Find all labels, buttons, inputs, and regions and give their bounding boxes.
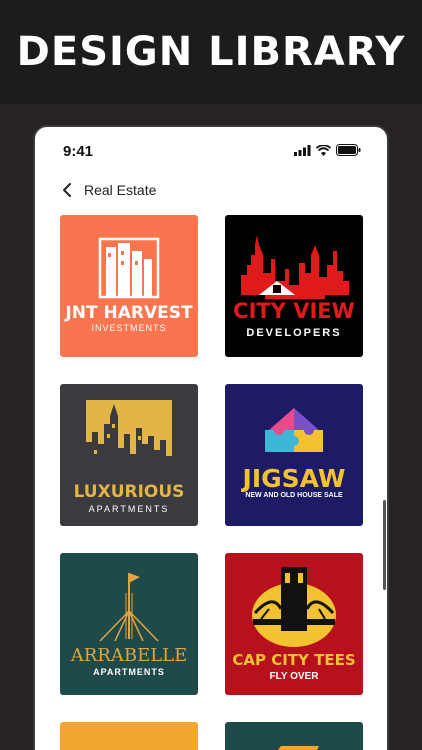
status-icons: [294, 144, 361, 156]
wifi-icon: [316, 144, 331, 156]
signal-icon: [294, 144, 311, 156]
card-subtitle: APARTMENTS: [88, 504, 170, 514]
card-name: CAP CITY TEES: [232, 651, 356, 669]
design-card-cap-city-tees[interactable]: CAP CITY TEES FLY OVER: [225, 553, 363, 695]
jnt-building-logo-icon: [98, 237, 160, 299]
design-card-jnt-harvest[interactable]: JNT HARVEST INVESTMENTS: [60, 215, 198, 357]
card-name: LUXURIOUS: [73, 482, 185, 502]
status-bar: 9:41: [35, 127, 387, 175]
design-card-luxurious[interactable]: LUXURIOUS APARTMENTS: [60, 384, 198, 526]
nav-bar: Real Estate: [35, 177, 387, 203]
card-subtitle: DEVELOPERS: [246, 327, 342, 339]
nav-title: Real Estate: [84, 182, 157, 198]
back-chevron-icon[interactable]: [59, 181, 77, 199]
card-subtitle: FLY OVER: [269, 671, 319, 682]
partial-logo-icon: [278, 746, 319, 750]
status-time: 9:41: [63, 143, 94, 160]
promo-title: DESIGN LIBRARY: [16, 29, 406, 75]
battery-icon: [336, 144, 361, 156]
design-card-partial-left[interactable]: [60, 722, 198, 750]
design-card-jigsaw[interactable]: JIGSAW NEW AND OLD HOUSE SALE: [225, 384, 363, 526]
design-card-arrabelle[interactable]: ARRABELLE APARTMENTS: [60, 553, 198, 695]
design-card-partial-right[interactable]: [225, 722, 363, 750]
partial-logo-icon: [60, 722, 198, 750]
design-card-city-view[interactable]: CITY VIEW DEVELOPERS: [225, 215, 363, 357]
puzzle-house-logo-icon: [265, 408, 323, 452]
card-name: JIGSAW: [242, 464, 346, 493]
promo-banner: DESIGN LIBRARY: [0, 0, 422, 104]
card-name: JNT HARVEST: [65, 303, 193, 323]
scrollbar-thumb[interactable]: [383, 500, 386, 590]
card-subtitle: APARTMENTS: [93, 667, 165, 677]
card-subtitle: NEW AND OLD HOUSE SALE: [245, 492, 343, 499]
card-name: CITY VIEW: [233, 299, 355, 323]
card-subtitle: INVESTMENTS: [91, 323, 167, 333]
phone-frame: 9:41 Real Estate JNT HARVEST INVESTMENTS…: [33, 125, 389, 750]
card-name: ARRABELLE: [70, 645, 188, 666]
